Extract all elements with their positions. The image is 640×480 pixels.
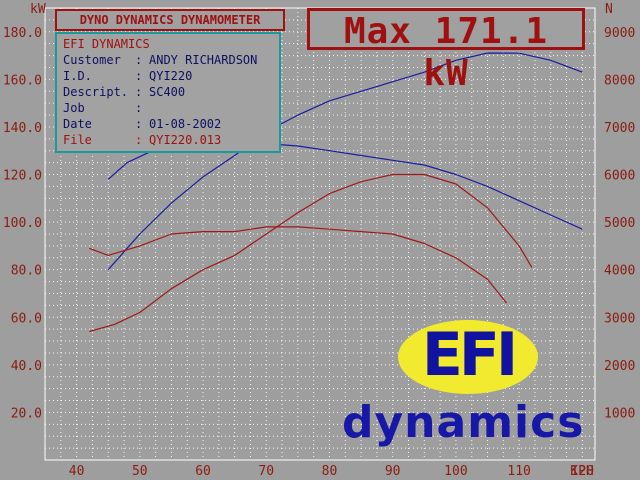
- info-key: I.D.: [63, 69, 92, 83]
- y-tick-label: 80.0: [11, 264, 42, 279]
- max-power-readout: Max 171.1 kW: [307, 8, 585, 94]
- info-row-id: I.D.: QYI220: [63, 69, 193, 83]
- y2-tick-label: 9000: [604, 26, 635, 41]
- y2-tick-label: 8000: [604, 73, 635, 88]
- y-tick-label: 120.0: [3, 169, 42, 184]
- y2-tick-label: 2000: [604, 359, 635, 374]
- info-key: File: [63, 133, 92, 147]
- info-key: Date: [63, 117, 92, 131]
- info-value: 01-08-2002: [149, 117, 222, 131]
- info-value: SC400: [149, 85, 186, 99]
- y-tick-label: 20.0: [11, 406, 42, 421]
- x-tick-label: 90: [385, 464, 401, 479]
- x-axis-unit: KPH: [570, 464, 593, 479]
- info-row-file: File: QYI220.013: [63, 133, 222, 147]
- y2-tick-label: 4000: [604, 264, 635, 279]
- y-tick-label: 40.0: [11, 359, 42, 374]
- x-tick-label: 80: [322, 464, 338, 479]
- info-row-job: Job:: [63, 101, 143, 115]
- y2-tick-label: 1000: [604, 406, 635, 421]
- info-company: EFI DYNAMICS: [63, 37, 150, 51]
- x-tick-label: 70: [258, 464, 274, 479]
- info-value: ANDY RICHARDSON: [149, 53, 258, 67]
- y-tick-label: 60.0: [11, 311, 42, 326]
- info-value: QYI220: [149, 69, 193, 83]
- x-tick-label: 50: [132, 464, 148, 479]
- y2-tick-label: 3000: [604, 311, 635, 326]
- info-row-date: Date:01-08-2002: [63, 117, 222, 131]
- y-tick-label: 140.0: [3, 121, 42, 136]
- y-tick-label: 100.0: [3, 216, 42, 231]
- info-row-customer: Customer: ANDY RICHARDSON: [63, 53, 258, 67]
- x-tick-label: 110: [507, 464, 530, 479]
- info-panel: EFI DYNAMICS Customer: ANDY RICHARDSON I.…: [55, 32, 281, 153]
- y2-tick-label: 7000: [604, 121, 635, 136]
- dyno-title: DYNO DYNAMICS DYNAMOMETER: [55, 9, 285, 31]
- y-axis-unit: kW: [30, 2, 46, 17]
- dynamics-logo-text: dynamics: [342, 397, 585, 448]
- x-tick-label: 40: [69, 464, 85, 479]
- x-tick-label: 100: [444, 464, 467, 479]
- x-tick-label: 60: [195, 464, 211, 479]
- info-key: Descript.: [63, 85, 129, 99]
- info-key: Customer: [63, 53, 121, 67]
- y2-axis-unit: N: [605, 2, 613, 17]
- info-value: QYI220.013: [149, 133, 222, 147]
- efi-logo-text: EFI: [421, 320, 518, 390]
- info-row-descript: Descript.: SC400: [63, 85, 186, 99]
- y-tick-label: 160.0: [3, 73, 42, 88]
- y2-tick-label: 5000: [604, 216, 635, 231]
- y2-tick-label: 6000: [604, 169, 635, 184]
- info-key: Job: [63, 101, 85, 115]
- y-tick-label: 180.0: [3, 26, 42, 41]
